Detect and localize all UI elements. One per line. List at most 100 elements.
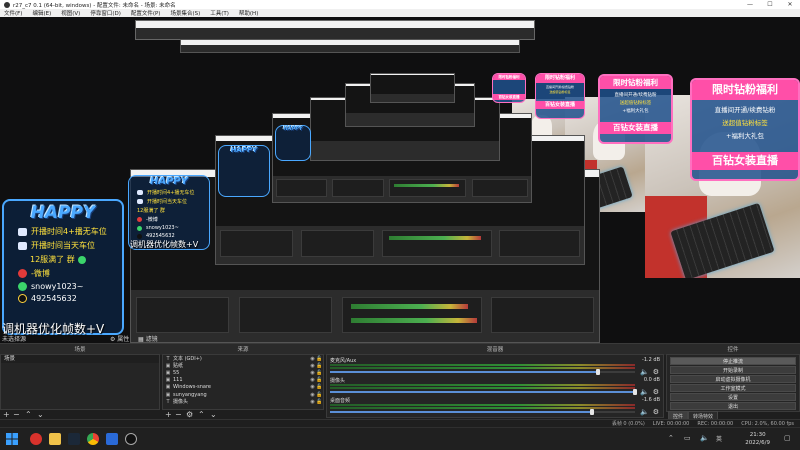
stop-streaming-button[interactable]: 停止推流 [670, 357, 796, 365]
slider-handle[interactable] [590, 409, 595, 415]
volume-icon[interactable]: 🔈 [700, 434, 709, 442]
menu-docks[interactable]: 停靠窗口(D) [90, 9, 121, 17]
gear-icon[interactable]: ⚙ [653, 388, 659, 396]
move-down-button[interactable]: ⌄ [37, 410, 44, 419]
source-item[interactable]: ▣ 111 ◉ 🔓 [163, 377, 323, 384]
menu-tools[interactable]: 工具(T) [210, 9, 229, 17]
info-row: 开播时间4+播无车位 [18, 226, 122, 237]
promo-footer: 百钻女装直播 [692, 152, 798, 170]
menu-scene-collection[interactable]: 场景集合(S) [170, 9, 200, 17]
title-bar: r27_c7 0.1 (64-bit, windows) - 配置文件: 未命名… [0, 0, 800, 9]
tv-icon [18, 227, 27, 236]
lock-icon[interactable]: 🔓 [316, 392, 323, 398]
menu-help[interactable]: 帮助(H) [239, 9, 258, 17]
eye-icon[interactable]: ◉ [309, 377, 316, 383]
eye-icon[interactable]: ◉ [309, 356, 316, 362]
clock-time: 21:30 [749, 432, 766, 438]
eye-icon[interactable]: ◉ [309, 392, 316, 398]
remove-source-button[interactable]: − [175, 410, 182, 419]
preview-canvas[interactable]: 限时钻粉福利 直播间开通/续费钻粉 送超值钻粉标签 +福利大礼包 百钻女装直播 … [0, 17, 800, 343]
lock-icon[interactable]: 🔓 [316, 399, 323, 405]
file-explorer-icon[interactable] [49, 433, 61, 445]
taskbar-clock[interactable]: 21:30 2022/6/9 [745, 431, 770, 447]
source-item[interactable]: T 文本 (GDI+) ◉ 🔓 [163, 355, 323, 363]
minimize-button[interactable]: — [740, 1, 760, 8]
volume-slider[interactable] [330, 369, 635, 375]
promo-badge: 限时钻粉福利 百钻女装直播 [492, 73, 526, 103]
lock-icon[interactable]: 🔓 [316, 370, 323, 376]
source-item[interactable]: ▣ sunyangyang ◉ 🔓 [163, 391, 323, 398]
promo-badge: 限时钻粉福利 直播间开通/续费钻粉 送超值钻粉标签 百钻女装直播 [535, 73, 585, 119]
source-item[interactable]: T 摄像头 ◉ 🔓 [163, 398, 323, 406]
netease-music-icon[interactable] [30, 433, 42, 445]
move-down-button[interactable]: ⌄ [210, 410, 217, 419]
app-icon[interactable] [106, 433, 118, 445]
filters-button[interactable]: ▦ 滤镜 [138, 334, 158, 343]
start-virtual-camera-button[interactable]: 启动虚拟摄像机 [670, 375, 796, 383]
cpu-fps: CPU: 2.0%, 60.00 fps [741, 420, 794, 427]
add-source-button[interactable]: + [165, 410, 172, 419]
volume-slider[interactable] [330, 409, 635, 415]
promo-line: 直播间开通/续费钻粉 [614, 93, 657, 98]
promo-line: +福利大礼包 [622, 109, 649, 114]
network-icon[interactable]: ▭ [684, 434, 691, 442]
eye-icon[interactable]: ◉ [309, 363, 316, 369]
lock-icon[interactable]: 🔓 [316, 384, 323, 390]
nested-obs-titlebar [135, 20, 535, 40]
remove-scene-button[interactable]: − [13, 410, 20, 419]
rec-timer: REC: 00:00:00 [697, 420, 734, 427]
start-recording-button[interactable]: 开始录制 [670, 366, 796, 374]
steam-icon[interactable] [68, 433, 80, 445]
chrome-icon[interactable] [87, 433, 99, 445]
promo-header: 限时钻粉福利 [600, 76, 671, 89]
wechat-icon [18, 282, 27, 291]
move-up-button[interactable]: ⌃ [198, 410, 205, 419]
lock-icon[interactable]: 🔓 [316, 377, 323, 383]
mixer-dock-title: 混音器 [486, 347, 504, 353]
obs-logo-icon [4, 1, 10, 8]
slider-handle[interactable] [633, 389, 637, 395]
move-up-button[interactable]: ⌃ [25, 410, 32, 419]
menu-edit[interactable]: 编辑(E) [32, 9, 51, 17]
menu-view[interactable]: 视图(V) [61, 9, 80, 17]
settings-button[interactable]: 设置 [670, 393, 796, 401]
scene-item[interactable]: 场景 [1, 355, 159, 363]
no-source-label: 未选择源 [2, 336, 27, 343]
properties-button[interactable]: ⚙ 属性 [110, 334, 129, 343]
promo-header: 限时钻粉福利 [692, 80, 798, 100]
promo-line: 送超值钻粉标签 [549, 90, 571, 94]
studio-mode-button[interactable]: 工作室模式 [670, 384, 796, 392]
source-item[interactable]: ▣ 贴纸 ◉ 🔓 [163, 362, 323, 370]
lock-icon[interactable]: 🔓 [316, 356, 323, 362]
up-arrow-icon[interactable]: ⌃ [668, 434, 674, 442]
source-item[interactable]: ▣ 55 ◉ 🔓 [163, 369, 323, 376]
lock-icon[interactable]: 🔓 [316, 363, 323, 369]
volume-slider[interactable] [330, 389, 637, 395]
menu-profile[interactable]: 配置文件(P) [131, 9, 161, 17]
gear-icon[interactable]: ⚙ [653, 408, 659, 416]
scenes-list[interactable]: 场景 [0, 354, 160, 410]
optimize-caption-nested: 调机器优化帧数+V [130, 240, 199, 249]
menu-file[interactable]: 文件(F) [4, 9, 22, 17]
windows-start-icon[interactable] [6, 433, 18, 445]
sources-list[interactable]: T 文本 (GDI+) ◉ 🔓 ▣ 贴纸 ◉ 🔓 ▣ 55 ◉ 🔓 ▣ 111 ◉ 🔓 ▣ Windows… [162, 354, 324, 410]
source-item[interactable]: ▣ Windows-snare ◉ 🔓 [163, 384, 323, 391]
speaker-icon[interactable]: 🔈 [640, 408, 649, 416]
eye-icon[interactable]: ◉ [309, 399, 316, 405]
notification-icon[interactable]: ▢ [784, 434, 791, 442]
slider-handle[interactable] [596, 369, 601, 375]
source-settings-button[interactable]: ⚙ [186, 410, 193, 419]
add-scene-button[interactable]: + [3, 410, 10, 419]
eye-icon[interactable]: ◉ [309, 384, 316, 390]
close-button[interactable]: ✕ [780, 1, 800, 8]
promo-footer: 百钻女装直播 [493, 94, 525, 100]
eye-icon[interactable]: ◉ [309, 370, 316, 376]
speaker-icon[interactable]: 🔈 [640, 368, 649, 376]
gear-icon[interactable]: ⚙ [653, 368, 659, 376]
speaker-icon[interactable]: 🔈 [640, 388, 649, 396]
ime-icon[interactable]: 英 [716, 434, 722, 443]
exit-button[interactable]: 退出 [670, 402, 796, 410]
maximize-button[interactable]: ☐ [760, 1, 780, 8]
image-source-icon: ▣ [165, 391, 171, 398]
obs-taskbar-icon[interactable] [125, 433, 137, 445]
